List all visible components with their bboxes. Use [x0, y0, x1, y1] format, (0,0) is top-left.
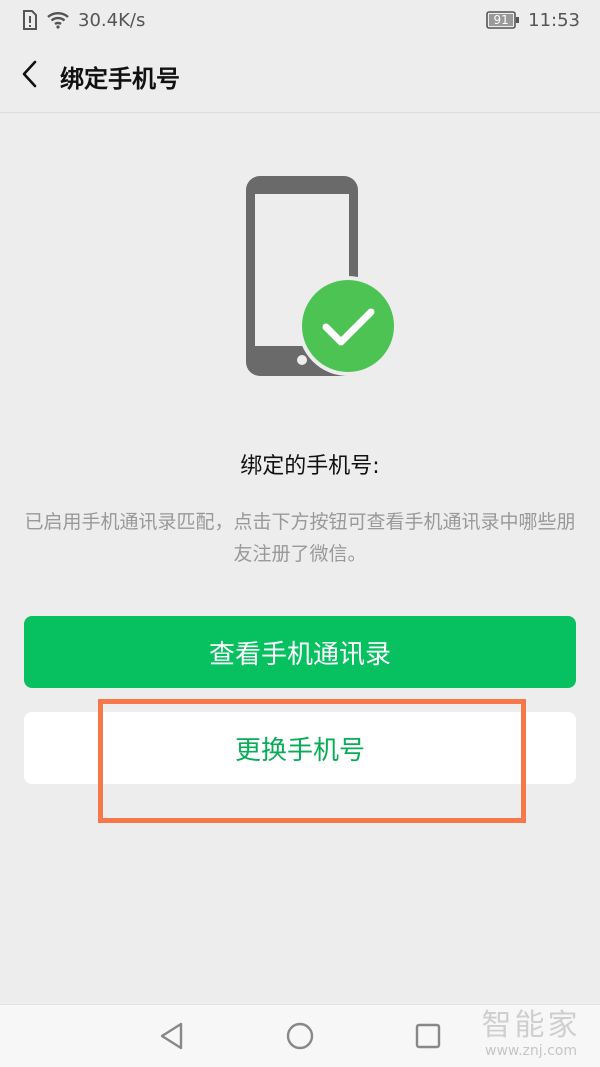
status-right: 91 11:53	[486, 10, 580, 31]
wifi-icon	[46, 11, 70, 29]
battery-icon: 91	[486, 11, 520, 29]
back-button[interactable]	[0, 40, 60, 112]
status-bar: 30.4K/s 91 11:53	[0, 0, 600, 40]
title-bar: 绑定手机号	[0, 40, 600, 112]
nav-back-button[interactable]	[154, 1018, 190, 1054]
view-contacts-button[interactable]: 查看手机通讯录	[24, 616, 576, 688]
circle-home-icon	[286, 1022, 314, 1050]
checkmark-badge-icon	[298, 276, 398, 376]
status-left: 30.4K/s	[22, 10, 145, 31]
view-contacts-label: 查看手机通讯录	[208, 639, 391, 670]
sim-alert-icon	[22, 10, 38, 30]
triangle-back-icon	[160, 1022, 183, 1050]
clock: 11:53	[528, 9, 580, 31]
page-title: 绑定手机号	[60, 64, 180, 93]
title-divider	[0, 112, 600, 113]
nav-home-button[interactable]	[282, 1018, 318, 1054]
bound-phone-label: 绑定的手机号:	[240, 454, 380, 479]
phone-verified-illustration	[240, 170, 400, 380]
nav-recents-button[interactable]	[410, 1018, 446, 1054]
highlight-box	[98, 699, 526, 823]
contact-match-description: 已启用手机通讯录匹配，点击下方按钮可查看手机通讯录中哪些朋友注册了微信。	[24, 511, 576, 565]
chevron-left-icon	[20, 59, 40, 93]
watermark-name: 智能家	[481, 1008, 581, 1043]
battery-level: 91	[493, 13, 509, 27]
net-speed: 30.4K/s	[78, 9, 146, 31]
watermark-url: www.znj.com	[485, 1043, 577, 1059]
watermark: 智能家 www.znj.com	[472, 1004, 590, 1064]
square-recents-icon	[415, 1023, 441, 1049]
